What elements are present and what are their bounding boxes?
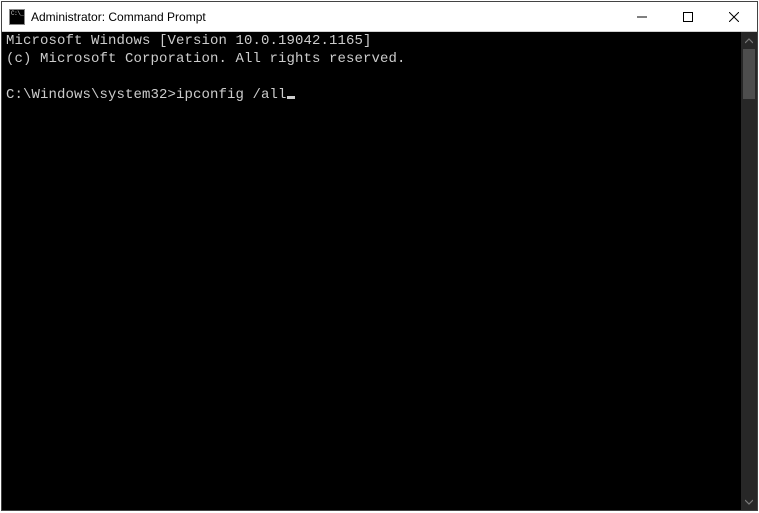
- terminal-output[interactable]: Microsoft Windows [Version 10.0.19042.11…: [2, 32, 741, 510]
- scroll-down-button[interactable]: [741, 493, 757, 510]
- minimize-button[interactable]: [619, 2, 665, 31]
- maximize-button[interactable]: [665, 2, 711, 31]
- window-controls: [619, 2, 757, 31]
- prompt-path: C:\Windows\system32>: [6, 87, 176, 103]
- prompt-line: C:\Windows\system32>ipconfig /all: [6, 87, 295, 103]
- terminal-area: Microsoft Windows [Version 10.0.19042.11…: [2, 32, 757, 510]
- command-prompt-window: Administrator: Command Prompt Microsoft …: [1, 1, 758, 511]
- chevron-up-icon: [745, 37, 753, 45]
- terminal-line: Microsoft Windows [Version 10.0.19042.11…: [6, 33, 372, 49]
- scroll-up-button[interactable]: [741, 32, 757, 49]
- close-icon: [729, 12, 739, 22]
- close-button[interactable]: [711, 2, 757, 31]
- titlebar[interactable]: Administrator: Command Prompt: [2, 2, 757, 32]
- minimize-icon: [637, 12, 647, 22]
- maximize-icon: [683, 12, 693, 22]
- vertical-scrollbar[interactable]: [741, 32, 757, 510]
- chevron-down-icon: [745, 498, 753, 506]
- scroll-thumb[interactable]: [743, 49, 755, 99]
- cursor-icon: [287, 96, 295, 99]
- window-title: Administrator: Command Prompt: [31, 10, 619, 24]
- cmd-icon: [9, 9, 25, 25]
- terminal-line: (c) Microsoft Corporation. All rights re…: [6, 51, 406, 67]
- command-text: ipconfig /all: [176, 87, 287, 103]
